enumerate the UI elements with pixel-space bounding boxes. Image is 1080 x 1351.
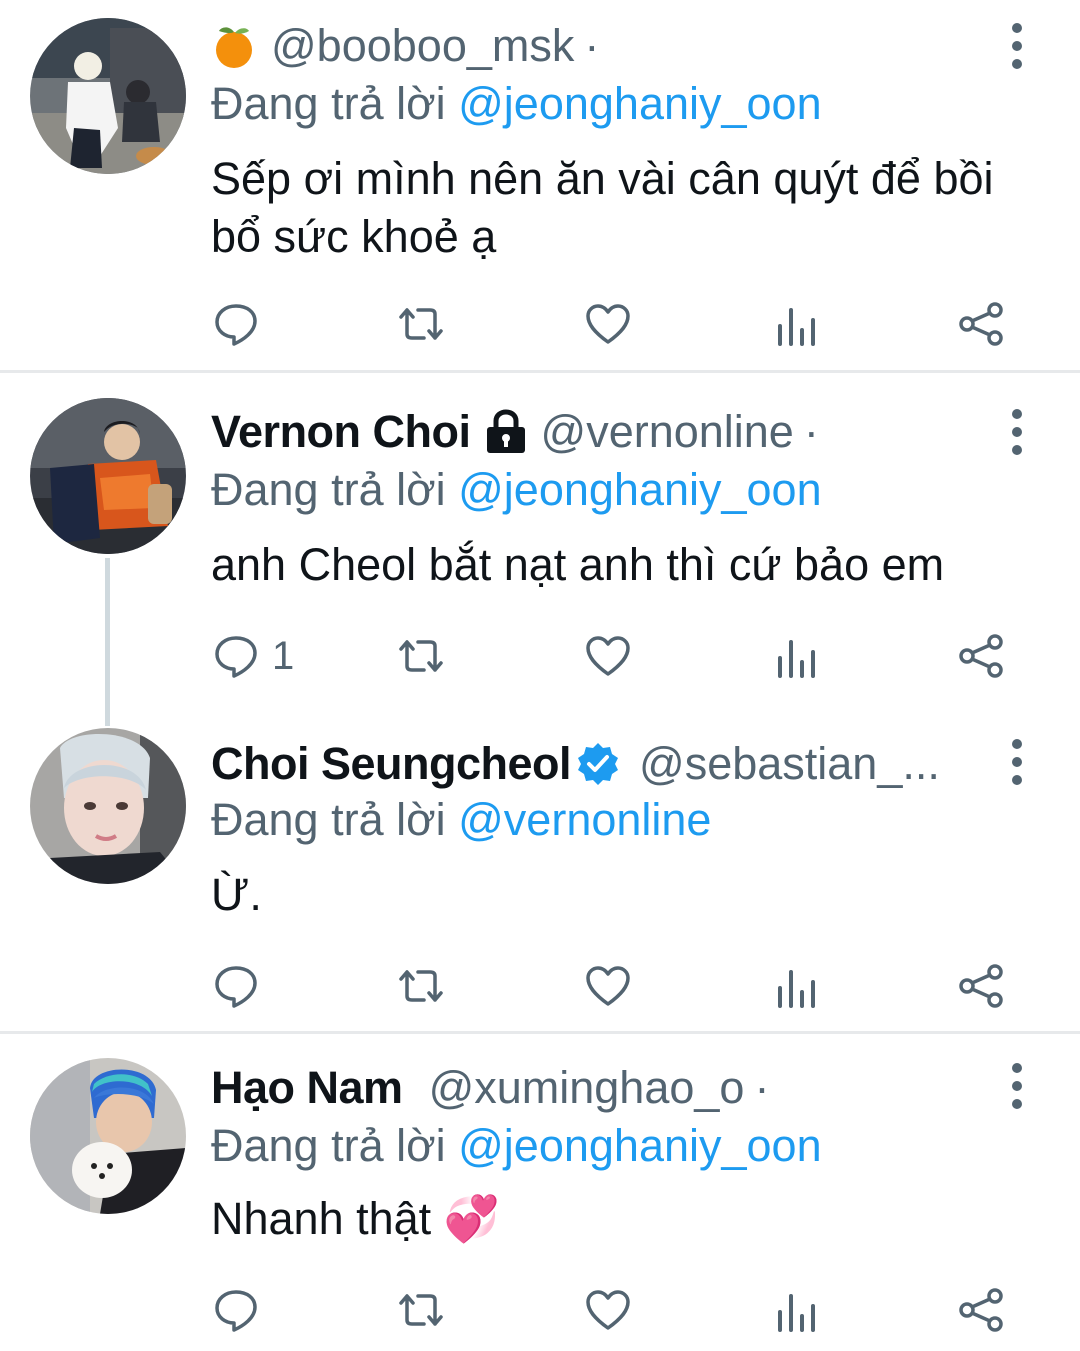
display-name[interactable]: Hạo Nam <box>211 1058 403 1118</box>
retweet-icon <box>399 1294 443 1326</box>
bar-chart-icon <box>778 1294 815 1332</box>
user-handle[interactable]: @vernonline <box>541 402 794 462</box>
like-button[interactable] <box>584 956 632 1016</box>
more-options-icon[interactable] <box>1002 1056 1032 1116</box>
user-handle[interactable]: @booboo_msk <box>271 16 574 76</box>
avatar-photo <box>30 728 186 884</box>
retweet-icon <box>399 640 443 672</box>
tweet-actions <box>0 1280 1080 1340</box>
replying-to: Đang trả lời @jeonghaniy_oon <box>211 1116 822 1176</box>
like-button[interactable] <box>584 626 632 686</box>
share-icon <box>959 302 1003 346</box>
replying-to-label: Đang trả lời <box>211 464 446 515</box>
more-options-icon[interactable] <box>1002 732 1032 792</box>
tangerine-emoji-icon <box>211 23 257 69</box>
display-name[interactable]: Choi Seungcheol <box>211 734 572 794</box>
tweet-actions <box>0 294 1080 354</box>
tweet-actions <box>0 956 1080 1016</box>
share-icon <box>959 1288 1003 1332</box>
share-button[interactable] <box>957 956 1005 1016</box>
replying-to: Đang trả lời @jeonghaniy_oon <box>211 74 822 134</box>
separator-dot: · <box>584 20 600 71</box>
tweet-text: Sếp ơi mình nên ăn vài cân quýt để bồi b… <box>211 153 994 262</box>
replying-to-label: Đang trả lời <box>211 794 446 845</box>
retweet-icon <box>399 308 443 340</box>
tweet-text: Ừ. <box>211 869 262 920</box>
avatar-photo <box>30 1058 186 1214</box>
retweet-button[interactable] <box>397 1280 445 1340</box>
bar-chart-icon <box>778 970 815 1008</box>
retweet-button[interactable] <box>397 626 445 686</box>
retweet-button[interactable] <box>397 956 445 1016</box>
analytics-button[interactable] <box>772 626 820 686</box>
share-button[interactable] <box>957 626 1005 686</box>
share-button[interactable] <box>957 1280 1005 1340</box>
divider <box>0 1031 1080 1034</box>
lock-icon <box>483 409 529 455</box>
user-handle[interactable]: @xuminghao_o <box>429 1058 745 1118</box>
heart-icon <box>586 1290 630 1330</box>
replying-to-label: Đang trả lời <box>211 78 446 129</box>
reply-button[interactable] <box>212 1280 272 1340</box>
more-options-icon[interactable] <box>1002 402 1032 462</box>
retweet-button[interactable] <box>397 294 445 354</box>
reply-button[interactable]: 1 <box>212 626 294 686</box>
tweet-text: anh Cheol bắt nạt anh thì cứ bảo em <box>211 539 945 590</box>
reply-icon <box>215 304 257 346</box>
reply-count: 1 <box>272 633 295 678</box>
share-icon <box>959 634 1003 678</box>
reply-mention-link[interactable]: @jeonghaniy_oon <box>458 1120 821 1171</box>
avatar[interactable] <box>30 728 186 884</box>
analytics-button[interactable] <box>772 956 820 1016</box>
heart-icon <box>586 966 630 1006</box>
tweet-text: Nhanh thật 💞 <box>211 1193 500 1244</box>
replying-to-label: Đang trả lời <box>211 1120 446 1171</box>
analytics-button[interactable] <box>772 294 820 354</box>
separator-dot: · <box>754 1062 770 1113</box>
heart-icon <box>586 636 630 676</box>
reply-mention-link[interactable]: @vernonline <box>458 794 711 845</box>
like-button[interactable] <box>584 1280 632 1340</box>
divider <box>0 370 1080 373</box>
analytics-button[interactable] <box>772 1280 820 1340</box>
share-icon <box>959 964 1003 1008</box>
reply-button[interactable] <box>212 956 272 1016</box>
replying-to: Đang trả lời @jeonghaniy_oon <box>211 460 822 520</box>
reply-icon <box>215 636 257 678</box>
avatar[interactable] <box>30 398 186 554</box>
more-options-icon[interactable] <box>1002 16 1032 76</box>
reply-icon <box>215 1290 257 1332</box>
avatar-photo <box>30 398 186 554</box>
user-handle[interactable]: @sebastian_... <box>639 734 940 794</box>
heart-icon <box>586 304 630 344</box>
reply-mention-link[interactable]: @jeonghaniy_oon <box>458 464 821 515</box>
reply-icon <box>215 966 257 1008</box>
display-name[interactable]: Vernon Choi <box>211 402 471 462</box>
separator-dot: · <box>803 406 819 457</box>
bar-chart-icon <box>778 640 815 678</box>
retweet-icon <box>399 970 443 1002</box>
avatar-photo <box>30 18 186 174</box>
reply-button[interactable] <box>212 294 272 354</box>
reply-mention-link[interactable]: @jeonghaniy_oon <box>458 78 821 129</box>
avatar[interactable] <box>30 18 186 174</box>
share-button[interactable] <box>957 294 1005 354</box>
replying-to: Đang trả lời @vernonline <box>211 790 711 850</box>
tweet-actions: 1 <box>0 626 1080 686</box>
bar-chart-icon <box>778 308 815 346</box>
verified-icon <box>575 741 621 787</box>
like-button[interactable] <box>584 294 632 354</box>
avatar[interactable] <box>30 1058 186 1214</box>
